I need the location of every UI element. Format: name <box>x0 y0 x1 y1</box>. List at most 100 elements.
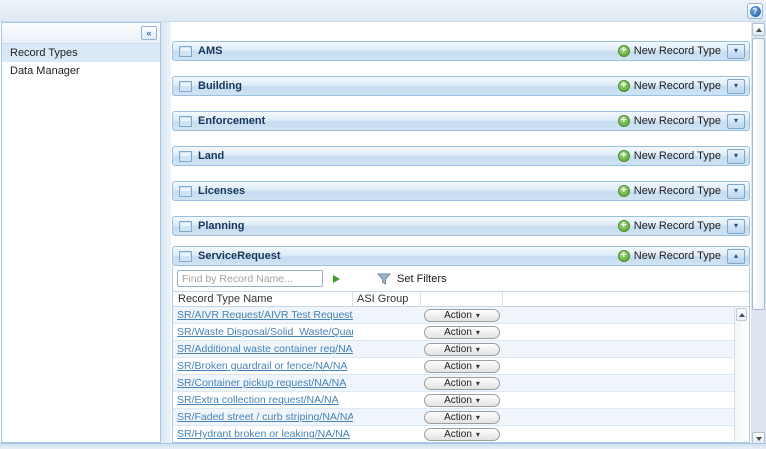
category-panel-header[interactable]: Planning New Record Type <box>172 216 750 236</box>
panel-title: ServiceRequest <box>198 250 281 262</box>
chevron-down-icon <box>476 344 480 355</box>
new-record-type-label: New Record Type <box>634 250 721 262</box>
category-panel: Planning New Record Type <box>172 216 750 236</box>
column-header-record-type-name: Record Type Name <box>173 292 353 306</box>
asi-group-cell <box>353 341 421 357</box>
new-record-type-link[interactable]: New Record Type <box>618 115 721 127</box>
search-input[interactable] <box>177 270 323 287</box>
panel-title: Building <box>198 80 242 92</box>
record-type-group-icon <box>179 221 192 232</box>
chevron-down-icon <box>734 222 738 230</box>
main-scroll-up-button[interactable] <box>752 23 765 36</box>
action-button-label: Action <box>444 310 472 321</box>
panel-expand-button[interactable] <box>727 184 745 199</box>
panel-expand-button[interactable] <box>727 44 745 59</box>
empty-cell <box>503 392 734 408</box>
table-header: Record Type Name ASI Group <box>173 291 749 307</box>
new-record-type-label: New Record Type <box>634 185 721 197</box>
plus-icon <box>618 150 630 162</box>
category-panel: AMS New Record Type <box>172 41 750 61</box>
action-button[interactable]: Action <box>424 343 500 356</box>
chevron-down-icon <box>734 187 738 195</box>
table-scrollbar[interactable] <box>734 307 748 441</box>
action-button[interactable]: Action <box>424 377 500 390</box>
panel-header-servicerequest[interactable]: ServiceRequest New Record Type <box>172 246 750 266</box>
panel-expand-button[interactable] <box>727 79 745 94</box>
sidebar-collapse-button[interactable] <box>141 26 157 40</box>
new-record-type-link[interactable]: New Record Type <box>618 185 721 197</box>
category-panel: Land New Record Type <box>172 146 750 166</box>
plus-icon <box>618 45 630 57</box>
table-row: SR/Hydrant broken or leaking/NA/NA Actio… <box>173 426 734 442</box>
chevron-down-icon <box>734 82 738 90</box>
action-button[interactable]: Action <box>424 428 500 441</box>
sidebar-item-record-types[interactable]: Record Types <box>2 44 160 62</box>
empty-cell <box>503 341 734 357</box>
panel-expand-button[interactable] <box>727 149 745 164</box>
action-button[interactable]: Action <box>424 360 500 373</box>
record-type-link[interactable]: SR/Waste Disposal/Solid Waste/Quarterl <box>177 326 353 338</box>
collapse-left-icon <box>146 28 151 38</box>
plus-icon <box>618 80 630 92</box>
category-panel-header[interactable]: AMS New Record Type <box>172 41 750 61</box>
new-record-type-link[interactable]: New Record Type <box>618 45 721 57</box>
new-record-type-label: New Record Type <box>634 150 721 162</box>
chevron-up-icon <box>734 252 738 260</box>
action-button[interactable]: Action <box>424 326 500 339</box>
table-scroll-up-button[interactable] <box>736 308 747 321</box>
action-button[interactable]: Action <box>424 394 500 407</box>
sidebar-splitter[interactable] <box>161 22 171 443</box>
sidebar-item-data-manager[interactable]: Data Manager <box>2 62 160 80</box>
new-record-type-link[interactable]: New Record Type <box>618 150 721 162</box>
bottom-border-strip <box>0 443 766 449</box>
new-record-type-label: New Record Type <box>634 80 721 92</box>
action-button[interactable]: Action <box>424 411 500 424</box>
category-panel-header[interactable]: Licenses New Record Type <box>172 181 750 201</box>
record-type-group-icon <box>179 81 192 92</box>
record-type-link[interactable]: SR/Extra collection request/NA/NA <box>177 394 339 406</box>
panel-expand-button[interactable] <box>727 219 745 234</box>
panel-collapse-button[interactable] <box>727 249 745 264</box>
sidebar: Record Types Data Manager <box>1 22 161 443</box>
help-question-icon <box>750 6 761 17</box>
go-search-icon <box>333 275 340 283</box>
asi-group-cell <box>353 375 421 391</box>
action-button-label: Action <box>444 327 472 338</box>
chevron-down-icon <box>734 117 738 125</box>
new-record-type-label: New Record Type <box>634 115 721 127</box>
main-scrollbar-thumb[interactable] <box>752 38 765 310</box>
set-filters-button[interactable]: Set Filters <box>377 273 447 285</box>
category-panel-header[interactable]: Enforcement New Record Type <box>172 111 750 131</box>
record-type-link[interactable]: SR/Faded street / curb striping/NA/NA <box>177 411 353 423</box>
empty-cell <box>503 307 734 323</box>
record-type-link[interactable]: SR/Additional waste container req/NA/NA <box>177 343 353 355</box>
empty-cell <box>503 358 734 374</box>
empty-cell <box>503 426 734 442</box>
help-button[interactable] <box>747 3 763 19</box>
record-type-link[interactable]: SR/AIVR Request/AIVR Test Request/AIV <box>177 309 353 321</box>
panel-title: Enforcement <box>198 115 265 127</box>
new-record-type-link[interactable]: New Record Type <box>618 80 721 92</box>
record-type-link[interactable]: SR/Container pickup request/NA/NA <box>177 377 346 389</box>
action-button-label: Action <box>444 378 472 389</box>
plus-icon <box>618 115 630 127</box>
record-type-link[interactable]: SR/Hydrant broken or leaking/NA/NA <box>177 428 350 440</box>
arrow-up-icon <box>739 313 745 317</box>
asi-group-cell <box>353 358 421 374</box>
category-panel-header[interactable]: Building New Record Type <box>172 76 750 96</box>
table-row: SR/Container pickup request/NA/NA Action <box>173 375 734 392</box>
category-panel-header[interactable]: Land New Record Type <box>172 146 750 166</box>
chevron-down-icon <box>476 378 480 389</box>
record-type-link[interactable]: SR/Broken guardrail or fence/NA/NA <box>177 360 347 372</box>
new-record-type-link[interactable]: New Record Type <box>618 220 721 232</box>
go-search-button[interactable] <box>329 272 343 286</box>
new-record-type-link[interactable]: New Record Type <box>618 250 721 262</box>
panel-expand-button[interactable] <box>727 114 745 129</box>
main-scrollbar[interactable] <box>751 22 766 446</box>
column-header-action <box>421 292 503 306</box>
arrow-down-icon <box>756 437 762 441</box>
chevron-down-icon <box>476 310 480 321</box>
action-button[interactable]: Action <box>424 309 500 322</box>
action-button-label: Action <box>444 412 472 423</box>
table-row: SR/Broken guardrail or fence/NA/NA Actio… <box>173 358 734 375</box>
